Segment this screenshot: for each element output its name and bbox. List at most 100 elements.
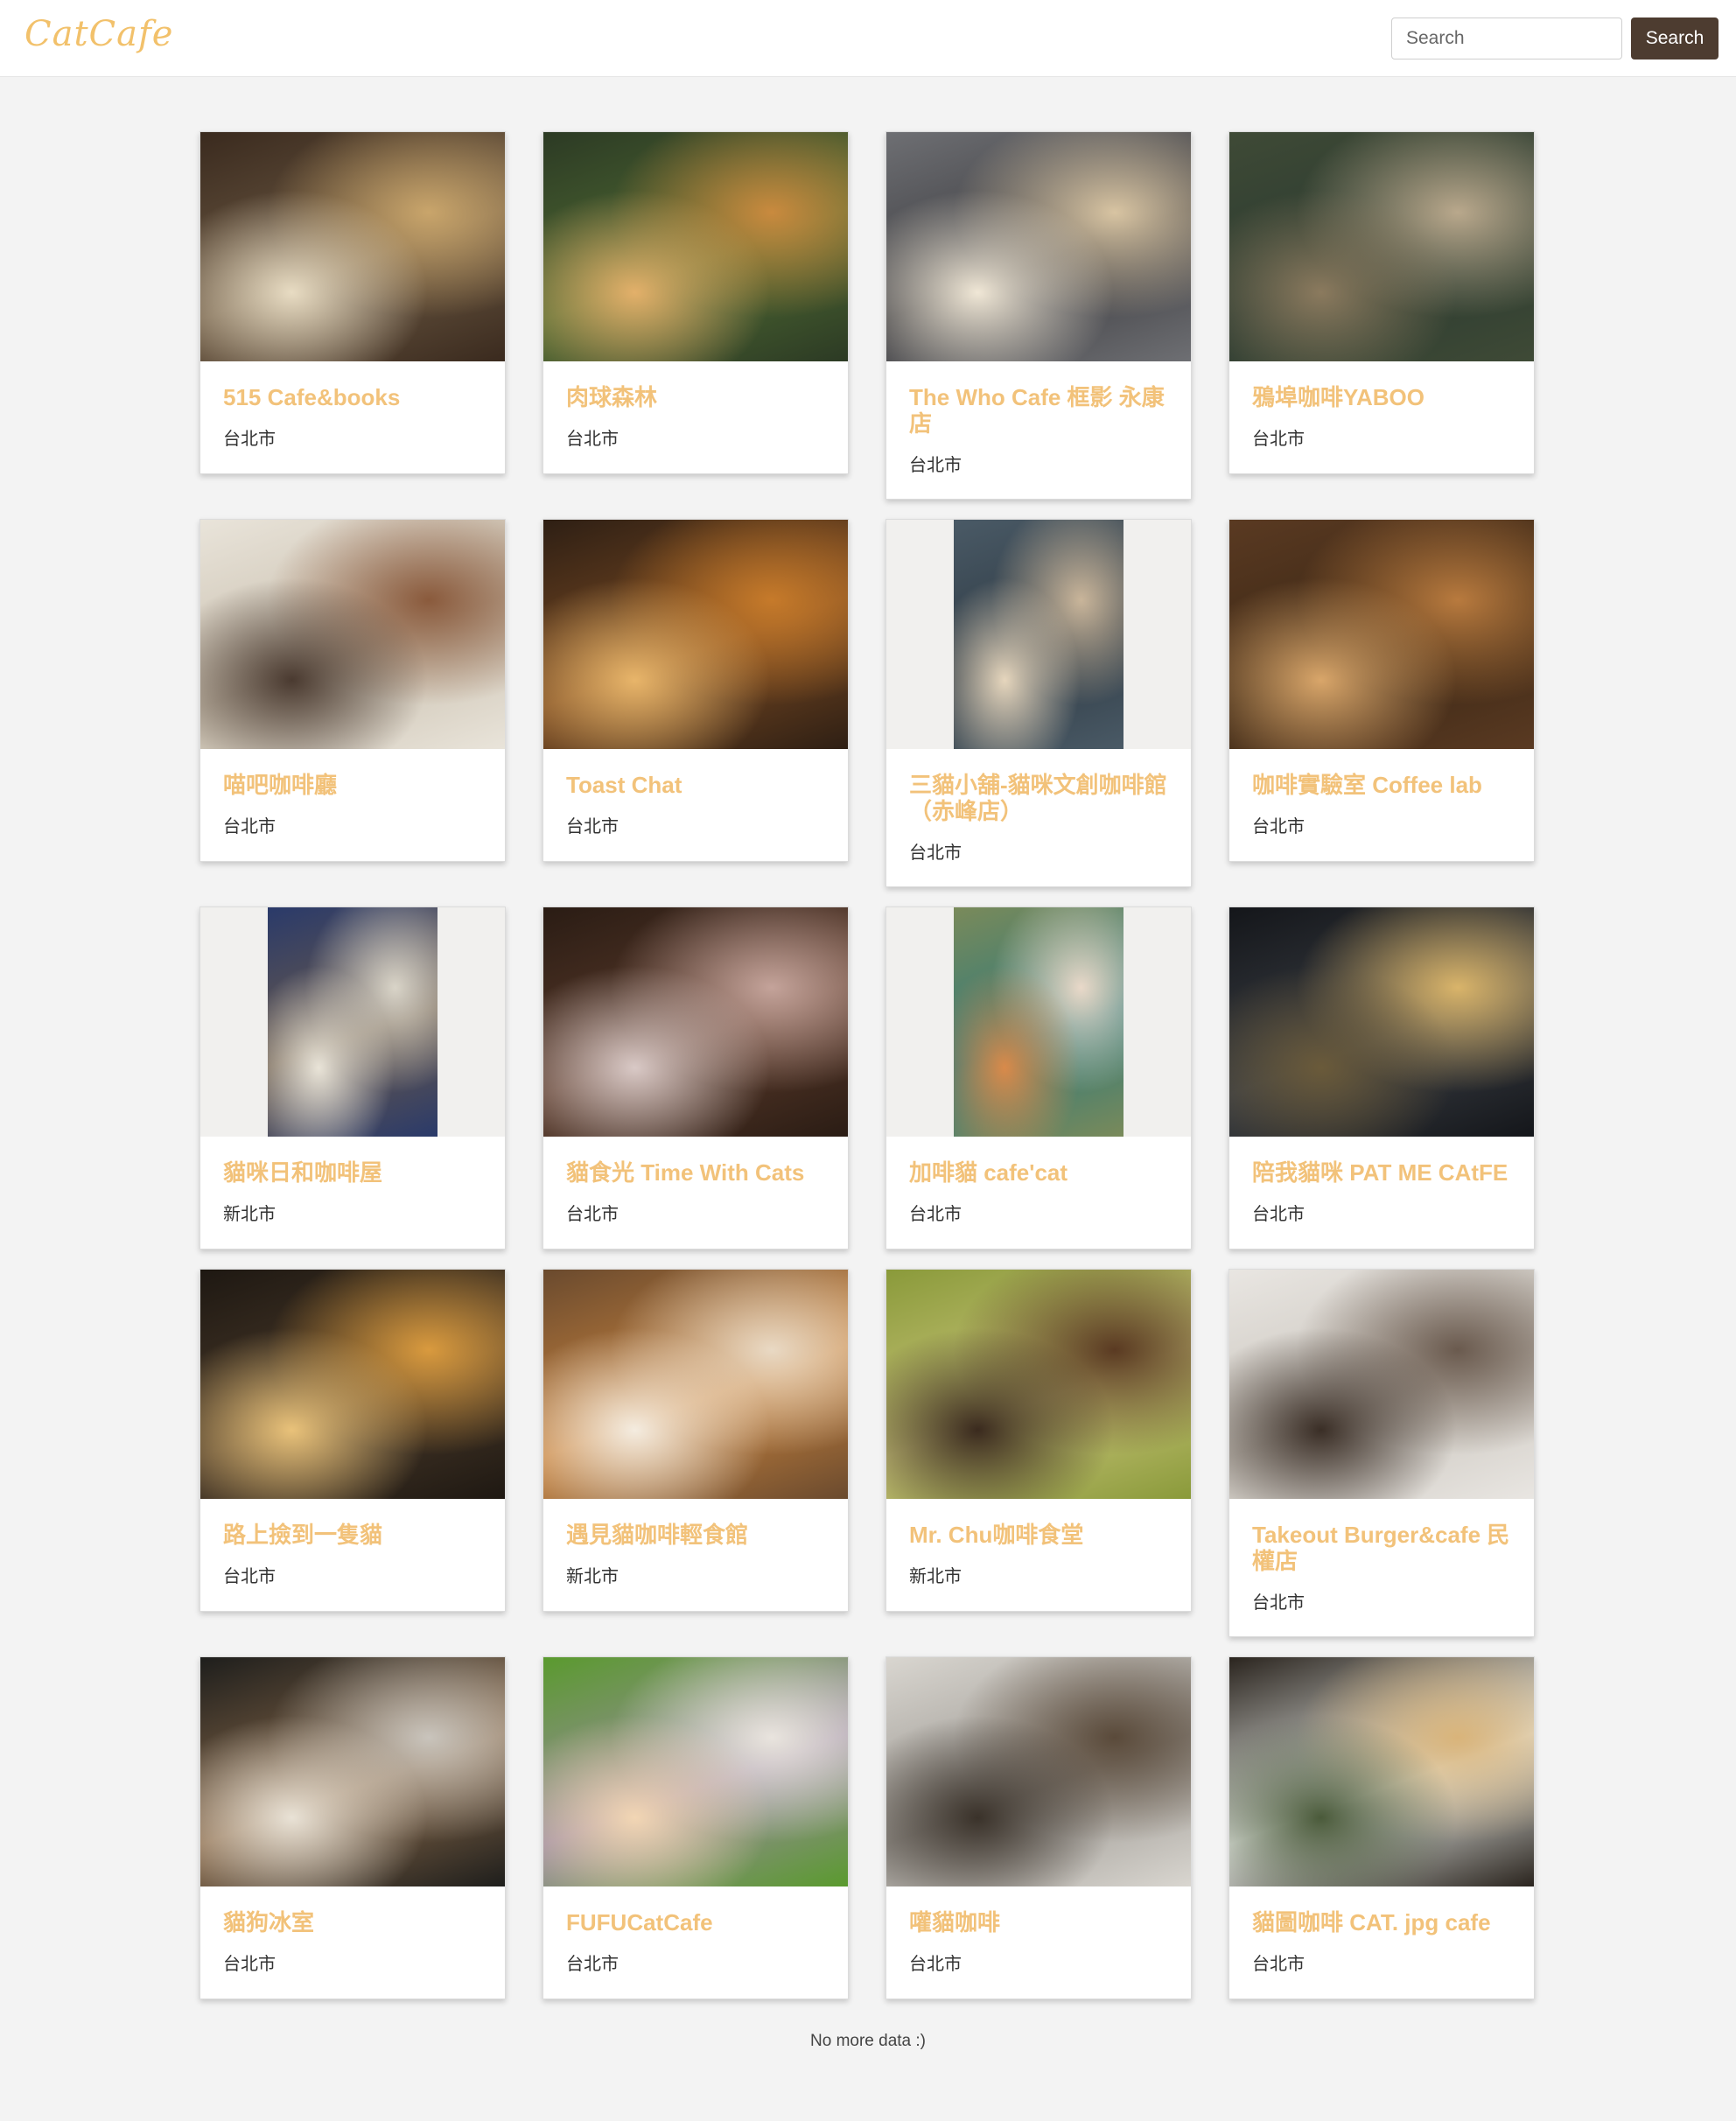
cafe-photo-image xyxy=(200,1657,505,1886)
cafe-photo-image xyxy=(543,1270,848,1499)
cafe-name[interactable]: 三貓小舖-貓咪文創咖啡館（赤峰店） xyxy=(909,772,1168,824)
cafe-photo-image xyxy=(1229,1657,1534,1886)
cafe-card[interactable]: 遇見貓咖啡輕食館新北市 xyxy=(542,1269,849,1612)
cafe-name[interactable]: 陪我貓咪 PAT ME CAtFE xyxy=(1252,1159,1511,1186)
cafe-photo[interactable] xyxy=(1229,132,1534,361)
search-button[interactable]: Search xyxy=(1631,18,1718,60)
cafe-name[interactable]: 咖啡實驗室 Coffee lab xyxy=(1252,772,1511,798)
cafe-city: 新北市 xyxy=(223,1205,276,1224)
cafe-photo[interactable] xyxy=(886,1270,1191,1499)
cafe-city: 台北市 xyxy=(909,1955,962,1974)
cafe-city: 台北市 xyxy=(223,817,276,836)
cafe-photo-image xyxy=(543,520,848,749)
cafe-card[interactable]: 加啡貓 cafe'cat 台北市 xyxy=(886,906,1192,1250)
cafe-photo-image xyxy=(953,907,1124,1137)
cafe-photo-image xyxy=(200,1270,505,1499)
cafe-photo-image xyxy=(886,1657,1191,1886)
cafe-city: 台北市 xyxy=(1252,1593,1305,1613)
cafe-card-grid: 515 Cafe&books 台北市 肉球森林 台北市 The Who Cafe 框影 … xyxy=(200,131,1536,1999)
cafe-card[interactable]: 喵吧咖啡廳 台北市 xyxy=(200,519,506,862)
cafe-card[interactable]: 咖啡實驗室 Coffee lab 台北市 xyxy=(1228,519,1535,862)
cafe-name[interactable]: 嚾貓咖啡 xyxy=(909,1909,1168,1936)
cafe-photo[interactable] xyxy=(543,907,848,1137)
cafe-name[interactable]: 路上撿到一隻貓 xyxy=(223,1522,482,1548)
cafe-name[interactable]: Toast Chat xyxy=(566,772,825,798)
cafe-name[interactable]: 鴉埠咖啡YABOO xyxy=(1252,384,1511,410)
cafe-photo-image xyxy=(1229,1270,1534,1499)
cafe-card[interactable]: Takeout Burger&cafe 民權店台北市 xyxy=(1228,1269,1535,1637)
cafe-card[interactable]: 路上撿到一隻貓台北市 xyxy=(200,1269,506,1612)
search-input[interactable] xyxy=(1391,18,1622,60)
cafe-photo[interactable] xyxy=(1229,907,1534,1137)
cafe-card[interactable]: 貓咪日和咖啡屋新北市 xyxy=(200,906,506,1250)
cafe-photo[interactable] xyxy=(886,1657,1191,1886)
cafe-photo-image xyxy=(1229,907,1534,1137)
cafe-photo-image xyxy=(543,907,848,1137)
cafe-photo[interactable] xyxy=(886,907,1191,1137)
cafe-photo-image xyxy=(1229,132,1534,361)
cafe-name[interactable]: Takeout Burger&cafe 民權店 xyxy=(1252,1522,1511,1574)
cafe-city: 新北市 xyxy=(566,1567,619,1586)
cafe-card[interactable]: 鴉埠咖啡YABOO 台北市 xyxy=(1228,131,1535,474)
cafe-photo[interactable] xyxy=(886,132,1191,361)
cafe-city: 台北市 xyxy=(1252,1955,1305,1974)
cafe-name[interactable]: Mr. Chu咖啡食堂 xyxy=(909,1522,1168,1548)
cafe-city: 台北市 xyxy=(223,1567,276,1586)
cafe-name[interactable]: 加啡貓 cafe'cat xyxy=(909,1159,1168,1186)
cafe-photo-image xyxy=(543,1657,848,1886)
cafe-photo[interactable] xyxy=(200,907,505,1137)
cafe-name[interactable]: 515 Cafe&books xyxy=(223,384,482,410)
cafe-photo-image xyxy=(886,1270,1191,1499)
cafe-card[interactable]: Mr. Chu咖啡食堂新北市 xyxy=(886,1269,1192,1612)
catcafe-logo[interactable]: CatCafe xyxy=(24,14,173,54)
cafe-photo-image xyxy=(200,520,505,749)
cafe-photo[interactable] xyxy=(200,132,505,361)
cafe-card[interactable]: 嚾貓咖啡 台北市 xyxy=(886,1656,1192,1999)
cafe-city: 台北市 xyxy=(566,1205,619,1224)
cafe-photo[interactable] xyxy=(886,520,1191,749)
cafe-photo[interactable] xyxy=(543,1270,848,1499)
cafe-city: 台北市 xyxy=(223,1955,276,1974)
cafe-photo[interactable] xyxy=(543,132,848,361)
cafe-card[interactable]: 肉球森林 台北市 xyxy=(542,131,849,474)
cafe-card[interactable]: Toast Chat 台北市 xyxy=(542,519,849,862)
cafe-card[interactable]: 陪我貓咪 PAT ME CAtFE 台北市 xyxy=(1228,906,1535,1250)
cafe-photo[interactable] xyxy=(1229,1657,1534,1886)
cafe-name[interactable]: 肉球森林 xyxy=(566,384,825,410)
cafe-name[interactable]: 貓食光 Time With Cats xyxy=(566,1159,825,1186)
cafe-city: 台北市 xyxy=(1252,817,1305,836)
cafe-photo-image xyxy=(1229,520,1534,749)
cafe-city: 新北市 xyxy=(909,1567,962,1586)
cafe-photo[interactable] xyxy=(200,1270,505,1499)
cafe-photo[interactable] xyxy=(1229,1270,1534,1499)
cafe-photo[interactable] xyxy=(200,520,505,749)
cafe-name[interactable]: 遇見貓咖啡輕食館 xyxy=(566,1522,825,1548)
cafe-card[interactable]: 貓食光 Time With Cats 台北市 xyxy=(542,906,849,1250)
cafe-photo[interactable] xyxy=(200,1657,505,1886)
cafe-name[interactable]: FUFUCatCafe xyxy=(566,1909,825,1936)
cafe-card[interactable]: 515 Cafe&books 台北市 xyxy=(200,131,506,474)
cafe-photo-image xyxy=(267,907,438,1137)
cafe-city: 台北市 xyxy=(566,817,619,836)
cafe-card[interactable]: FUFUCatCafe 台北市 xyxy=(542,1656,849,1999)
cafe-photo-image xyxy=(543,132,848,361)
cafe-city: 台北市 xyxy=(909,456,962,475)
cafe-photo-image xyxy=(953,520,1124,749)
cafe-name[interactable]: 貓咪日和咖啡屋 xyxy=(223,1159,482,1186)
cafe-card[interactable]: 三貓小舖-貓咪文創咖啡館（赤峰店） 台北市 xyxy=(886,519,1192,887)
cafe-card[interactable]: The Who Cafe 框影 永康店台北市 xyxy=(886,131,1192,500)
cafe-photo-image xyxy=(886,132,1191,361)
cafe-card[interactable]: 貓圖咖啡 CAT. jpg cafe 台北市 xyxy=(1228,1656,1535,1999)
cafe-card[interactable]: 貓狗冰室 台北市 xyxy=(200,1656,506,1999)
cafe-name[interactable]: The Who Cafe 框影 永康店 xyxy=(909,384,1168,437)
cafe-name[interactable]: 喵吧咖啡廳 xyxy=(223,772,482,798)
cafe-city: 台北市 xyxy=(909,1205,962,1224)
cafe-name[interactable]: 貓圖咖啡 CAT. jpg cafe xyxy=(1252,1909,1511,1936)
cafe-city: 台北市 xyxy=(909,844,962,863)
cafe-city: 台北市 xyxy=(1252,1205,1305,1224)
cafe-name[interactable]: 貓狗冰室 xyxy=(223,1909,482,1936)
end-of-list-note: No more data :) xyxy=(810,2032,926,2050)
cafe-photo[interactable] xyxy=(543,1657,848,1886)
cafe-photo[interactable] xyxy=(543,520,848,749)
cafe-photo[interactable] xyxy=(1229,520,1534,749)
